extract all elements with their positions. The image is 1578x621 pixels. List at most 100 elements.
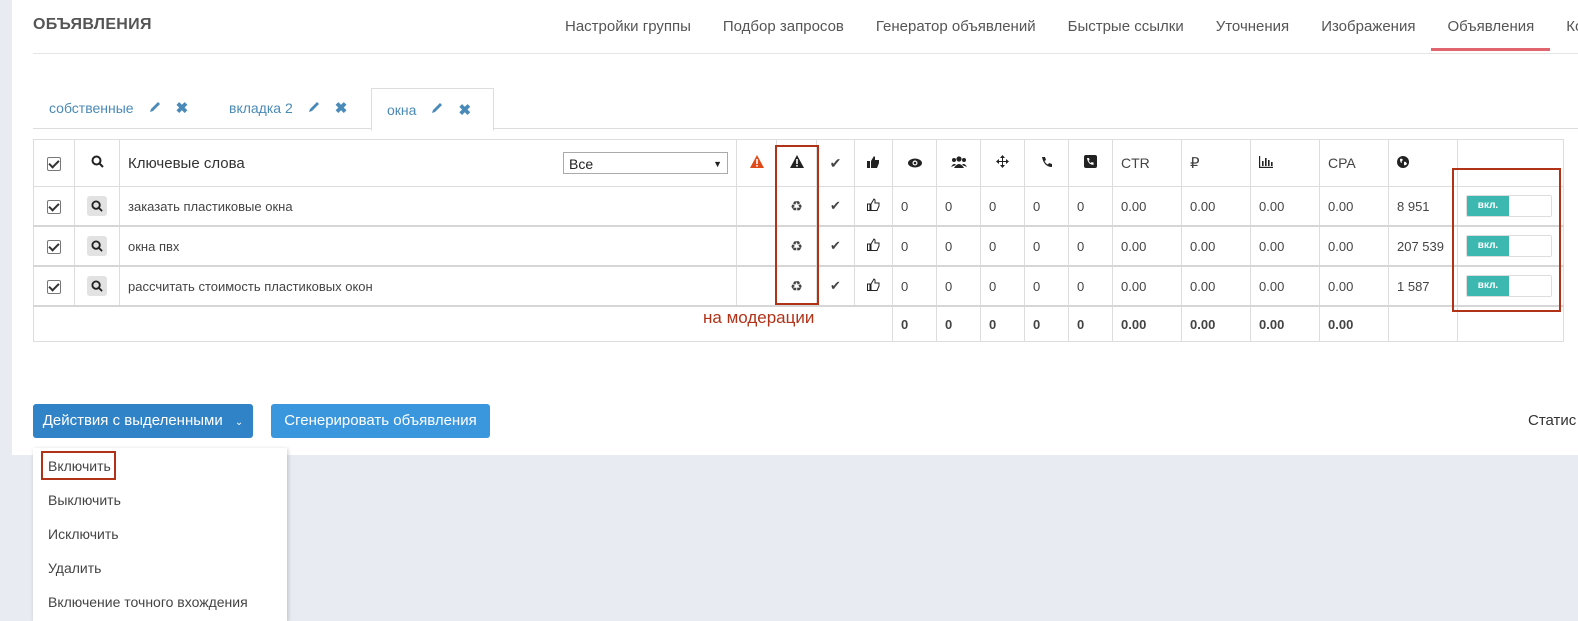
stat-cell: 0.00 bbox=[1250, 265, 1320, 307]
bar-chart-icon bbox=[1259, 155, 1273, 168]
check-icon: ✔ bbox=[816, 265, 855, 307]
total-cell: 0 bbox=[1068, 305, 1113, 342]
pencil-icon[interactable] bbox=[307, 100, 321, 117]
nav-query-selection[interactable]: Подбор запросов bbox=[707, 0, 860, 52]
ctr-header: CTR bbox=[1112, 139, 1182, 187]
ctr-cell: 0.00 bbox=[1112, 225, 1182, 267]
metric-cell: 0 bbox=[936, 186, 981, 227]
check-icon: ✔ bbox=[816, 186, 855, 227]
select-all-checkbox[interactable] bbox=[47, 156, 61, 171]
phone-square-icon bbox=[1084, 155, 1097, 168]
nav-quick-links[interactable]: Быстрые ссылки bbox=[1052, 0, 1200, 52]
page-title: ОБЪЯВЛЕНИЯ bbox=[33, 16, 152, 33]
pencil-icon[interactable] bbox=[430, 101, 444, 118]
search-icon bbox=[91, 200, 103, 212]
metric-cell: 0 bbox=[936, 265, 981, 307]
check-icon: ✔ bbox=[816, 225, 855, 267]
search-icon bbox=[91, 240, 103, 252]
rub-cell: 0.00 bbox=[1181, 265, 1251, 307]
rub-cell: 0.00 bbox=[1181, 186, 1251, 227]
warning-red-icon bbox=[749, 155, 764, 168]
metric-cell: 0 bbox=[980, 265, 1025, 307]
tab-label[interactable]: собственные bbox=[49, 100, 134, 116]
tab-label[interactable]: окна bbox=[387, 102, 416, 118]
globe-icon bbox=[1397, 155, 1409, 168]
frequency-cell: 8 951 bbox=[1388, 186, 1458, 227]
moderation-highlight bbox=[775, 145, 819, 305]
cpa-header: CPA bbox=[1319, 139, 1389, 187]
metric-cell: 0 bbox=[1024, 186, 1069, 227]
ctr-cell: 0.00 bbox=[1112, 186, 1182, 227]
bulk-actions-button[interactable]: Действия с выделенными ⌄ bbox=[33, 404, 253, 438]
total-rub: 0.00 bbox=[1181, 305, 1251, 342]
close-icon[interactable]: ✖ bbox=[458, 101, 471, 119]
statistics-link[interactable]: Статис bbox=[1528, 412, 1576, 429]
nav-refinements[interactable]: Уточнения bbox=[1200, 0, 1305, 52]
row-search-button[interactable] bbox=[87, 276, 107, 296]
bulk-actions-label: Действия с выделенными bbox=[42, 412, 223, 429]
total-cell: 0 bbox=[936, 305, 981, 342]
check-icon: ✔ bbox=[816, 139, 855, 187]
status-highlight bbox=[1452, 168, 1561, 312]
tab-label[interactable]: вкладка 2 bbox=[229, 100, 293, 116]
search-icon[interactable] bbox=[91, 155, 104, 168]
total-ctr: 0.00 bbox=[1112, 305, 1182, 342]
metric-cell: 0 bbox=[1024, 225, 1069, 267]
status-filter-select[interactable]: Все ▼ bbox=[563, 152, 728, 174]
row-checkbox[interactable] bbox=[47, 279, 61, 294]
cpa-cell: 0.00 bbox=[1319, 225, 1389, 267]
nav-more[interactable]: Ко bbox=[1550, 0, 1578, 52]
bulk-actions-menu: Включить Выключить Исключить Удалить Вкл… bbox=[33, 448, 287, 621]
frequency-cell: 1 587 bbox=[1388, 265, 1458, 307]
search-icon bbox=[91, 280, 103, 292]
nav-group-settings[interactable]: Настройки группы bbox=[549, 0, 707, 52]
pencil-icon[interactable] bbox=[148, 100, 162, 117]
row-checkbox[interactable] bbox=[47, 239, 61, 254]
cpa-cell: 0.00 bbox=[1319, 186, 1389, 227]
nav-images[interactable]: Изображения bbox=[1305, 0, 1431, 52]
top-navigation: Настройки группы Подбор запросов Генерат… bbox=[549, 0, 1578, 52]
dropdown-arrow-icon: ▼ bbox=[713, 159, 722, 169]
tab-2[interactable]: вкладка 2 ✖ bbox=[229, 88, 347, 128]
thumbs-up-icon bbox=[867, 156, 879, 168]
menu-item-disable[interactable]: Выключить bbox=[48, 492, 121, 508]
thumbs-up-outline-icon bbox=[867, 198, 880, 211]
move-icon bbox=[996, 155, 1009, 168]
eye-icon bbox=[907, 158, 922, 167]
row-search-button[interactable] bbox=[87, 236, 107, 256]
menu-item-exact-match[interactable]: Включение точного вхождения bbox=[48, 594, 248, 610]
nav-ads[interactable]: Объявления bbox=[1431, 0, 1551, 52]
users-icon bbox=[950, 155, 967, 168]
tab-own[interactable]: собственные ✖ bbox=[49, 88, 188, 128]
metric-cell: 0 bbox=[936, 225, 981, 267]
thumbs-up-outline-icon bbox=[867, 238, 880, 251]
metric-cell: 0 bbox=[1024, 265, 1069, 307]
rub-cell: 0.00 bbox=[1181, 225, 1251, 267]
metric-cell: 0 bbox=[892, 225, 937, 267]
nav-ad-generator[interactable]: Генератор объявлений bbox=[860, 0, 1052, 52]
close-icon[interactable]: ✖ bbox=[335, 99, 348, 117]
generate-ads-button[interactable]: Сгенерировать объявления bbox=[271, 404, 490, 438]
menu-item-delete[interactable]: Удалить bbox=[48, 560, 101, 576]
divider bbox=[33, 53, 1578, 54]
chevron-down-icon: ⌄ bbox=[234, 417, 244, 428]
menu-item-exclude[interactable]: Исключить bbox=[48, 526, 119, 542]
tab-windows[interactable]: окна ✖ bbox=[371, 88, 494, 131]
close-icon[interactable]: ✖ bbox=[176, 99, 189, 117]
total-cell: 0 bbox=[892, 305, 937, 342]
phone-icon bbox=[1041, 156, 1052, 167]
stat-cell: 0.00 bbox=[1250, 225, 1320, 267]
total-stat: 0.00 bbox=[1250, 305, 1320, 342]
keywords-header: Ключевые слова bbox=[128, 154, 245, 172]
menu-item-enable[interactable]: Включить bbox=[41, 451, 116, 480]
total-cpa: 0.00 bbox=[1319, 305, 1389, 342]
metric-cell: 0 bbox=[1068, 265, 1113, 307]
metric-cell: 0 bbox=[1068, 186, 1113, 227]
total-cell: 0 bbox=[1024, 305, 1069, 342]
tabs-baseline bbox=[33, 128, 1578, 129]
select-value: Все bbox=[569, 156, 594, 172]
metric-cell: 0 bbox=[980, 186, 1025, 227]
row-checkbox[interactable] bbox=[47, 199, 61, 214]
metric-cell: 0 bbox=[980, 225, 1025, 267]
row-search-button[interactable] bbox=[87, 196, 107, 216]
